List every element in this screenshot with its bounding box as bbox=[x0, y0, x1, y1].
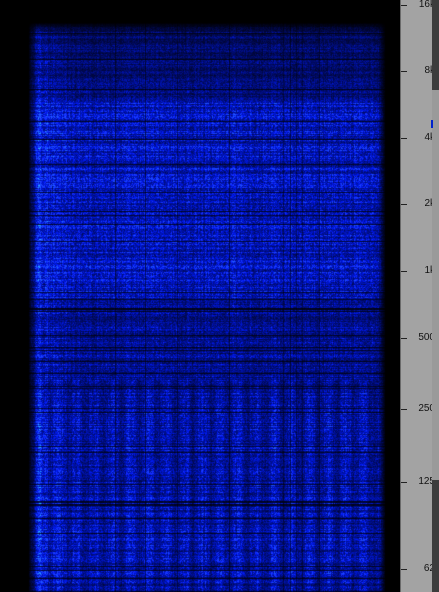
vertical-scrollbar[interactable] bbox=[432, 0, 439, 592]
ruler-tick-500 bbox=[401, 338, 407, 339]
spectrogram-canvas[interactable] bbox=[0, 0, 400, 592]
frequency-ruler[interactable]: 16k 8k 4k 2k 1k 500 250 125 62 bbox=[400, 0, 435, 592]
spectrogram-view[interactable] bbox=[0, 0, 400, 592]
ruler-tick-125 bbox=[401, 482, 407, 483]
scrollbar-thumb[interactable] bbox=[432, 90, 439, 480]
selection-marker bbox=[431, 120, 433, 128]
ruler-tick-4k bbox=[401, 138, 407, 139]
ruler-tick-250 bbox=[401, 409, 407, 410]
ruler-tick-2k bbox=[401, 204, 407, 205]
ruler-tick-8k bbox=[401, 71, 407, 72]
ruler-tick-1k bbox=[401, 271, 407, 272]
spectrogram-window: 16k 8k 4k 2k 1k 500 250 125 62 bbox=[0, 0, 439, 592]
ruler-tick-62 bbox=[401, 569, 407, 570]
ruler-tick-16k bbox=[401, 5, 407, 6]
